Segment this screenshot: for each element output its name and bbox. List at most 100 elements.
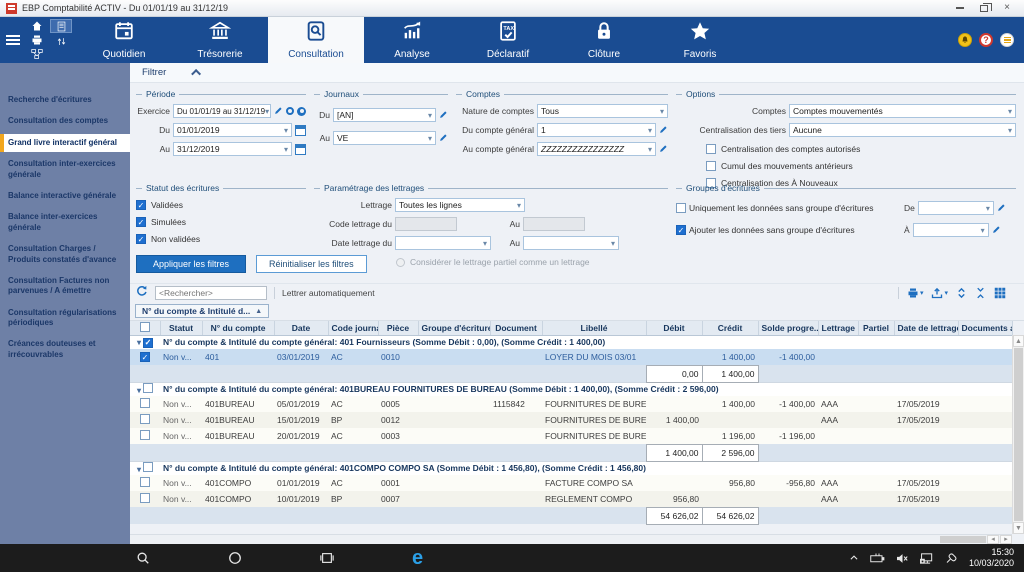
volume-muted-icon[interactable] xyxy=(896,553,909,564)
date-from-select[interactable]: 01/01/2019▾ xyxy=(173,123,292,137)
row-checkbox[interactable] xyxy=(140,493,150,503)
workflow-icon[interactable] xyxy=(26,48,48,61)
journal-icon[interactable] xyxy=(50,19,72,33)
group-by-chip[interactable]: N° du compte & Intitulé d...▲ xyxy=(135,304,269,318)
apply-filters-button[interactable]: Appliquer les filtres xyxy=(136,255,246,273)
collapse-filter-icon[interactable] xyxy=(191,69,201,79)
sidebar-item[interactable]: Grand livre interactif général xyxy=(0,134,130,152)
edit-icon[interactable] xyxy=(439,133,448,144)
table-row[interactable]: Non v...401BUREAU15/01/2019BP0012FOURNIT… xyxy=(130,412,1012,428)
start-button[interactable] xyxy=(45,552,58,565)
calendar-icon[interactable] xyxy=(295,144,306,155)
row-checkbox[interactable] xyxy=(140,414,150,424)
sidebar-item[interactable]: Consultation inter-exercices générale xyxy=(0,155,130,184)
edit-icon[interactable] xyxy=(997,203,1006,214)
edit-icon[interactable] xyxy=(274,106,283,117)
network-icon[interactable] xyxy=(920,553,934,564)
scroll-up-icon[interactable]: ▲ xyxy=(1013,335,1024,347)
sidebar-item[interactable]: Consultation Factures non parvenues / A … xyxy=(0,272,130,301)
column-header[interactable]: Document xyxy=(490,321,542,335)
groupe-from-select[interactable]: ▾ xyxy=(918,201,994,215)
tab-declaratif[interactable]: TAXDéclaratif xyxy=(460,17,556,63)
columns-grid-icon[interactable] xyxy=(994,287,1006,299)
row-checkbox[interactable] xyxy=(140,398,150,408)
group-row[interactable]: ▾N° du compte & Intitulé du compte génér… xyxy=(130,461,1012,475)
date-lettrage-to-select[interactable]: ▾ xyxy=(523,236,619,250)
account-icon[interactable] xyxy=(1000,33,1014,47)
lettrer-auto-button[interactable]: Lettrer automatiquement xyxy=(282,288,375,298)
manage-exercice-icon[interactable] xyxy=(286,107,294,115)
edit-icon[interactable] xyxy=(659,125,668,136)
group-checkbox[interactable]: ✓ xyxy=(143,338,153,348)
lettrage-select[interactable]: Toutes les lignes▾ xyxy=(395,198,525,212)
column-header[interactable]: Code journal xyxy=(328,321,378,335)
minimize-button[interactable] xyxy=(956,7,964,9)
help-icon[interactable]: ? xyxy=(979,33,993,47)
groupe-to-select[interactable]: ▾ xyxy=(913,223,989,237)
tab-analyse[interactable]: Analyse xyxy=(364,17,460,63)
sidebar-item[interactable]: Créances douteuses et irrécouvrables xyxy=(0,335,130,364)
print-icon[interactable] xyxy=(26,33,48,46)
tab-tresorerie[interactable]: Trésorerie xyxy=(172,17,268,63)
compte-to-select[interactable]: ZZZZZZZZZZZZZZZZ▾ xyxy=(537,142,656,156)
select-all-checkbox[interactable] xyxy=(140,322,150,332)
close-button[interactable]: × xyxy=(1004,3,1010,13)
edge-icon[interactable]: e xyxy=(412,548,423,568)
tab-favoris[interactable]: Favoris xyxy=(652,17,748,63)
column-header[interactable]: Crédit xyxy=(702,321,758,335)
edit-icon[interactable] xyxy=(659,144,668,155)
edit-icon[interactable] xyxy=(992,225,1001,236)
column-header[interactable]: Date de lettrage xyxy=(894,321,958,335)
group-row[interactable]: ▾✓N° du compte & Intitulé du compte géné… xyxy=(130,335,1012,349)
compte-from-select[interactable]: 1▾ xyxy=(537,123,656,137)
collapse-group-icon[interactable]: ▾ xyxy=(137,386,141,395)
options-comptes-select[interactable]: Comptes mouvementés▾ xyxy=(789,104,1016,118)
group-checkbox[interactable] xyxy=(143,462,153,472)
column-header[interactable]: Statut xyxy=(160,321,202,335)
option-checkbox[interactable] xyxy=(706,161,716,171)
column-header[interactable]: Libellé xyxy=(542,321,646,335)
uniquement-checkbox[interactable] xyxy=(676,203,686,213)
collapse-group-icon[interactable]: ▾ xyxy=(137,338,141,347)
sidebar-item[interactable]: Balance interactive générale xyxy=(0,187,130,205)
sidebar-item[interactable]: Consultation régularisations périodiques xyxy=(0,304,130,333)
statut-checkbox[interactable]: ✓ xyxy=(136,234,146,244)
select-all-header[interactable] xyxy=(130,321,160,335)
scroll-down-icon[interactable]: ▼ xyxy=(1013,522,1024,534)
horizontal-scrollbar[interactable]: ◂ ▸ xyxy=(130,534,1012,544)
refresh-icon[interactable] xyxy=(136,284,148,302)
statut-checkbox[interactable]: ✓ xyxy=(136,200,146,210)
restore-button[interactable] xyxy=(980,5,988,12)
date-lettrage-from-select[interactable]: ▾ xyxy=(395,236,491,250)
sidebar-item[interactable]: Recherche d'écritures xyxy=(0,91,130,109)
scroll-thumb[interactable] xyxy=(1014,348,1023,521)
journal-to-select[interactable]: VE▾ xyxy=(333,131,436,145)
taskbar-search-icon[interactable] xyxy=(136,551,150,565)
sidebar-item[interactable]: Balance inter-exercices générale xyxy=(0,208,130,237)
table-row[interactable]: Non v...401BUREAU20/01/2019AC0003FOURNIT… xyxy=(130,428,1012,444)
menu-button[interactable] xyxy=(0,17,26,63)
tab-quotidien[interactable]: Quotidien xyxy=(76,17,172,63)
ajouter-checkbox[interactable]: ✓ xyxy=(676,225,686,235)
table-row[interactable]: Non v...401BUREAU05/01/2019AC00051115842… xyxy=(130,396,1012,412)
settings-icon[interactable] xyxy=(297,107,306,116)
column-header[interactable]: Lettrage xyxy=(818,321,858,335)
export-icon[interactable]: ▾ xyxy=(931,287,948,299)
column-header[interactable]: Groupe d'écritures xyxy=(418,321,490,335)
vertical-scrollbar[interactable]: ▲ ▼ xyxy=(1012,335,1024,534)
calendar-icon[interactable] xyxy=(295,125,306,136)
column-header[interactable]: Partiel xyxy=(858,321,894,335)
table-row[interactable]: ✓Non v...40103/01/2019AC0010LOYER DU MOI… xyxy=(130,349,1012,365)
expand-all-icon[interactable] xyxy=(956,287,967,299)
notifications-icon[interactable] xyxy=(958,33,972,47)
row-checkbox[interactable] xyxy=(140,477,150,487)
collapse-all-icon[interactable] xyxy=(975,287,986,299)
reset-filters-button[interactable]: Réinitialiser les filtres xyxy=(256,255,367,273)
column-header[interactable]: Solde progre... xyxy=(758,321,818,335)
row-checkbox[interactable]: ✓ xyxy=(140,352,150,362)
statut-checkbox[interactable]: ✓ xyxy=(136,217,146,227)
tab-cloture[interactable]: Clôture xyxy=(556,17,652,63)
tray-chevron-icon[interactable] xyxy=(849,553,859,563)
column-header[interactable]: Date xyxy=(274,321,328,335)
column-header[interactable]: Débit xyxy=(646,321,702,335)
